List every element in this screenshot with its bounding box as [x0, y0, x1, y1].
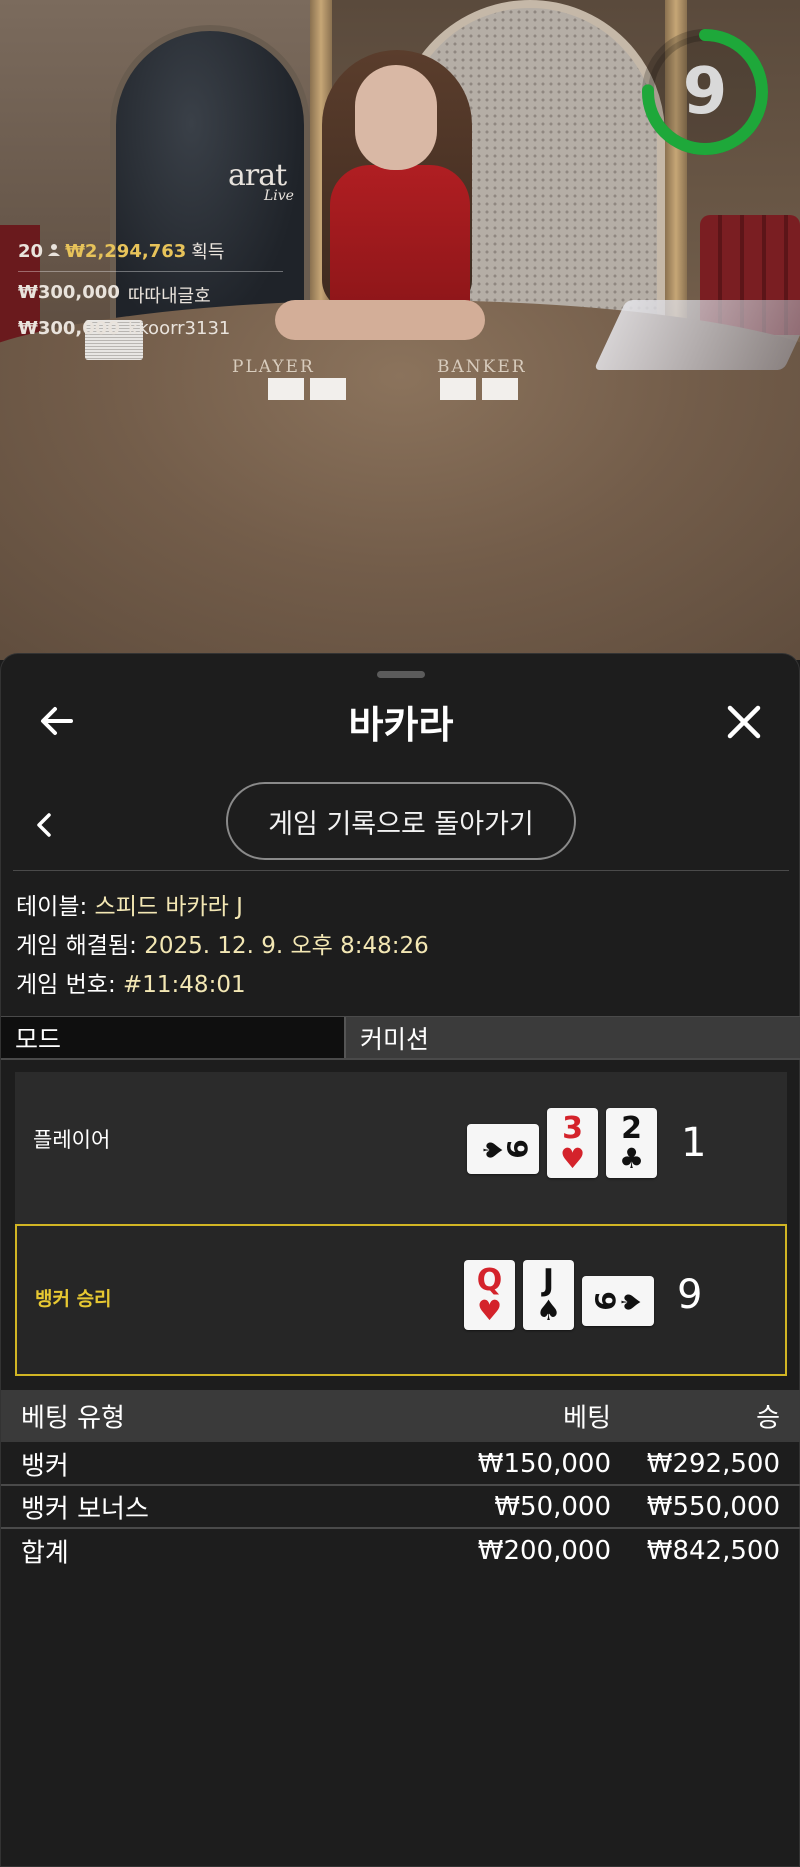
table-player-label: PLAYER [232, 357, 315, 377]
table-row: 뱅커 ₩150,000 ₩292,500 [1, 1444, 800, 1486]
header-win: 승 [756, 1403, 780, 1434]
live-video-feed: arat Live PLAYER BANKER 9 20 ₩2,294,763 … [0, 0, 800, 660]
timer-number: 9 [682, 55, 728, 129]
card-suit: ♥ [476, 1293, 503, 1327]
card-rank: J [542, 1262, 555, 1298]
winner-name: 따따내글호 [127, 286, 211, 307]
tab-mode[interactable]: 모드 [1, 1017, 346, 1058]
card-suit: ♠ [535, 1293, 562, 1327]
table-banker-label: BANKER [437, 357, 527, 377]
playing-card: 2 ♣ [606, 1108, 657, 1178]
winner-name: kkoorr3131 [127, 318, 231, 339]
banker-hand-total: 9 [677, 1272, 703, 1318]
card-rank: 2 [621, 1110, 642, 1146]
card-suit: ♠ [614, 1289, 645, 1314]
playing-card: 9 ♠ [582, 1276, 654, 1326]
card-suit: ♣ [618, 1141, 645, 1175]
info-game-number: 게임 번호: #11:48:01 [16, 965, 246, 999]
winners-overlay: 20 ₩2,294,763 획득 ₩300,000 따따내글호 ₩300,000… [18, 238, 283, 351]
video-dealer-face [355, 65, 437, 170]
card-rank: 3 [562, 1110, 583, 1146]
close-icon[interactable] [723, 701, 765, 743]
info-resolved-value: 2025. 12. 9. 오후 8:48:26 [144, 933, 429, 959]
panel-title: 바카라 [348, 703, 454, 747]
header-bet: 베팅 [563, 1403, 611, 1434]
mode-tabs: 모드 커미션 [1, 1016, 800, 1060]
divider [13, 870, 789, 871]
winner-amount: ₩300,000 [18, 318, 120, 339]
person-icon [48, 241, 61, 262]
table-row-total: 합계 ₩200,000 ₩842,500 [1, 1530, 800, 1572]
info-resolved-label: 게임 해결됨: [16, 933, 137, 959]
chevron-left-icon[interactable] [29, 807, 59, 843]
back-to-history-button[interactable]: 게임 기록으로 돌아가기 [226, 782, 576, 860]
tab-commission[interactable]: 커미션 [346, 1017, 800, 1058]
playing-card: ♠ 9 [467, 1124, 539, 1174]
drag-handle[interactable] [377, 671, 425, 678]
info-table-value: 스피드 바카라 J [94, 894, 243, 920]
player-hand-label: 플레이어 [33, 1128, 111, 1152]
info-resolved: 게임 해결됨: 2025. 12. 9. 오후 8:48:26 [16, 926, 429, 960]
winners-total-amount: ₩2,294,763 [65, 240, 187, 262]
total-bet-amount: ₩200,000 [477, 1536, 611, 1566]
info-table-label: 테이블: [16, 894, 88, 920]
game-detail-panel: 바카라 게임 기록으로 돌아가기 테이블: 스피드 바카라 J 게임 해결됨: … [0, 653, 800, 1867]
player-hand: 플레이어 ♠ 9 3 ♥ 2 ♣ 1 [15, 1072, 787, 1224]
playing-card: Q ♥ [464, 1260, 515, 1330]
video-dealer-arms [275, 300, 485, 340]
game-logo-sub: Live [264, 188, 294, 204]
info-game-number-label: 게임 번호: [16, 972, 116, 998]
bet-type: 뱅커 [21, 1451, 69, 1482]
winner-row-faded [18, 341, 283, 351]
bet-amount: ₩50,000 [494, 1492, 611, 1522]
total-label: 합계 [21, 1538, 69, 1569]
winner-row: ₩300,000 따따내글호 [18, 282, 283, 308]
video-banker-cards [440, 378, 522, 400]
win-amount: ₩292,500 [646, 1449, 780, 1479]
banker-hand: 뱅커 승리 Q ♥ J ♠ 9 ♠ 9 [15, 1224, 787, 1376]
bet-type: 뱅커 보너스 [21, 1494, 149, 1525]
winners-summary: 20 ₩2,294,763 획득 [18, 238, 283, 272]
video-card-shoe [593, 300, 800, 370]
winner-row: ₩300,000 kkoorr3131 [18, 318, 283, 339]
banker-hand-label: 뱅커 승리 [35, 1288, 112, 1310]
info-table: 테이블: 스피드 바카라 J [16, 887, 243, 921]
card-suit: ♥ [559, 1141, 586, 1175]
winner-amount: ₩300,000 [18, 282, 120, 303]
player-hand-total: 1 [681, 1120, 707, 1166]
win-amount: ₩550,000 [646, 1492, 780, 1522]
playing-card: 3 ♥ [547, 1108, 598, 1178]
card-rank: Q [476, 1262, 503, 1298]
video-player-cards [268, 378, 350, 400]
header-bet-type: 베팅 유형 [21, 1403, 125, 1434]
winners-suffix: 획득 [191, 242, 225, 263]
bets-table-header: 베팅 유형 베팅 승 [1, 1390, 800, 1442]
table-row: 뱅커 보너스 ₩50,000 ₩550,000 [1, 1487, 800, 1529]
info-game-number-value: #11:48:01 [123, 972, 246, 998]
bet-amount: ₩150,000 [477, 1449, 611, 1479]
winners-count: 20 [18, 240, 44, 262]
countdown-timer: 9 [640, 27, 770, 157]
total-win-amount: ₩842,500 [646, 1536, 780, 1566]
playing-card: J ♠ [523, 1260, 574, 1330]
card-rank: 9 [500, 1139, 534, 1159]
